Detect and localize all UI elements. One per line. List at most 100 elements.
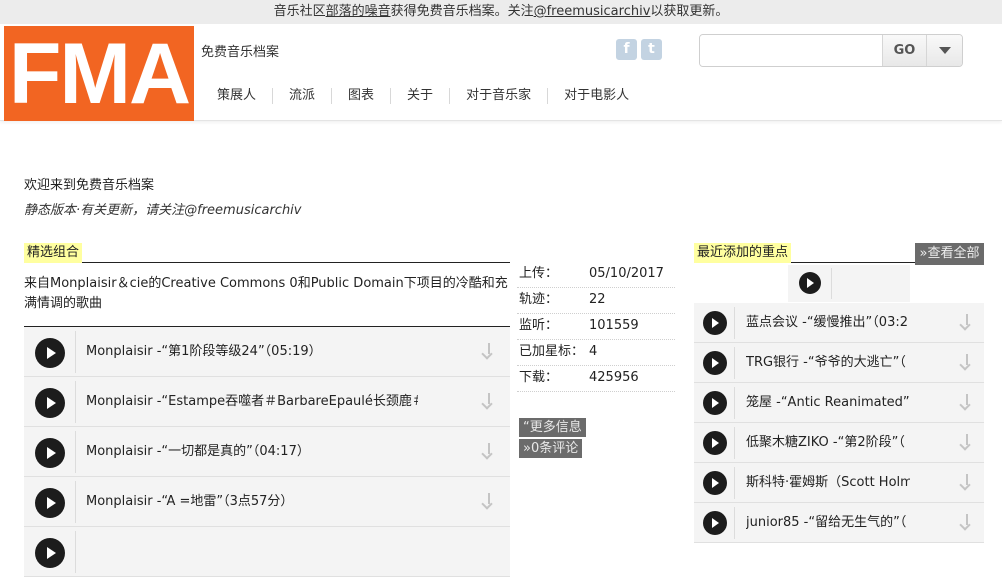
play-icon[interactable] [799, 272, 821, 294]
stat-starred: 已加星标： 4 [517, 340, 675, 366]
track-title[interactable]: Monplaisir -“一切都是真的”（04:17） [86, 427, 438, 477]
stat-uploaded: 上传： 05/10/2017 [517, 262, 675, 288]
search-input[interactable] [700, 35, 883, 66]
play-icon[interactable] [35, 438, 65, 468]
track-title[interactable]: Monplaisir -“A =地雷”（3点57分） [86, 477, 438, 527]
recent-heading: 最近添加的重点 [694, 243, 918, 263]
welcome-text: 欢迎来到免费音乐档案 [24, 178, 155, 193]
track-title[interactable]: Monplaisir -“第1阶段等级24”（05:19） [86, 327, 438, 377]
recent-track-row[interactable]: 低聚木糖ZIKO -“第2阶段”（ [694, 423, 984, 463]
search-go-button[interactable]: GO [883, 35, 927, 66]
static-version-note: 静态版本·有关更新，请关注@freemusicarchiv [24, 203, 302, 218]
nav-item-genres[interactable]: 流派 [273, 88, 333, 104]
stat-label: 轨迹： [519, 292, 559, 307]
play-icon[interactable] [703, 471, 727, 495]
facebook-icon[interactable]: f [616, 39, 637, 60]
main-nav: 策展人 流派 图表 关于 对于音乐家 对于电影人 [201, 88, 645, 104]
play-icon[interactable] [35, 538, 65, 568]
download-icon[interactable] [959, 354, 974, 372]
search-box: GO [699, 34, 963, 67]
download-icon[interactable] [959, 314, 974, 332]
play-icon[interactable] [703, 311, 727, 335]
recent-track-row[interactable]: junior85 -“留给无生气的”（ [694, 503, 984, 543]
nav-item-for-musicians[interactable]: 对于音乐家 [450, 88, 549, 104]
track-row[interactable]: Monplaisir -“第1阶段等级24”（05:19） [24, 327, 510, 377]
divider [75, 431, 76, 473]
play-icon[interactable] [703, 391, 727, 415]
track-title[interactable]: TRG银行 -“爷爷的大逃亡”（ [746, 343, 910, 383]
social-links: f t [616, 39, 662, 60]
track-title[interactable]: 笼屋 -“Antic Reanimated”（ [746, 383, 910, 423]
track-row[interactable]: Monplaisir -“Estampe吞噬者＃BarbareEpaulé长颈鹿… [24, 377, 510, 427]
stat-label: 上传： [519, 266, 559, 281]
track-row[interactable]: Monplaisir -“A =地雷”（3点57分） [24, 477, 510, 527]
recent-track-row[interactable]: 蓝点会议 -“缓慢推出”（03:2 [694, 303, 984, 343]
track-title[interactable]: 低聚木糖ZIKO -“第2阶段”（ [746, 423, 910, 463]
announcement-bar: 音乐社区部落的噪音获得免费音乐档案。关注@freemusicarchiv以获取更… [0, 0, 1002, 24]
divider [734, 347, 735, 379]
recent-title: 最近添加的重点 [694, 243, 792, 263]
announcement-link-twitter[interactable]: @freemusicarchiv [534, 4, 651, 19]
download-icon[interactable] [959, 514, 974, 532]
track-row[interactable] [24, 527, 510, 577]
recent-track-row[interactable]: 斯科特·霍姆斯（Scott Holm [694, 463, 984, 503]
featured-mix-description: 来自Monplaisir＆cie的Creative Commons 0和Publ… [24, 276, 508, 311]
play-icon[interactable] [703, 351, 727, 375]
download-icon[interactable] [481, 493, 496, 511]
featured-mix-heading: 精选组合 [24, 243, 510, 263]
track-title[interactable]: junior85 -“留给无生气的”（ [746, 503, 910, 543]
track-title[interactable]: 斯科特·霍姆斯（Scott Holm [746, 463, 910, 503]
divider [734, 467, 735, 499]
download-icon[interactable] [959, 394, 974, 412]
nav-item-for-filmmakers[interactable]: 对于电影人 [548, 88, 645, 104]
stat-label: 已加星标： [519, 344, 585, 359]
announcement-suffix: 以获取更新。 [650, 4, 729, 19]
comments-button[interactable]: »0条评论 [519, 439, 583, 458]
divider [75, 531, 76, 573]
recent-track-row[interactable]: TRG银行 -“爷爷的大逃亡”（ [694, 343, 984, 383]
recent-player [788, 265, 910, 302]
more-info-button[interactable]: “更多信息 [519, 418, 586, 437]
announcement-prefix: 音乐社区 [273, 4, 326, 19]
divider [75, 481, 76, 523]
stat-downloads: 下载： 425956 [517, 366, 675, 392]
fma-logo[interactable]: FMA [4, 26, 194, 121]
play-icon[interactable] [703, 431, 727, 455]
mix-stats: 上传： 05/10/2017 轨迹： 22 监听： 101559 已加星标： 4… [517, 262, 675, 392]
nav-item-charts[interactable]: 图表 [332, 88, 392, 104]
stat-label: 下载： [519, 370, 559, 385]
divider [75, 381, 76, 423]
track-title[interactable]: 蓝点会议 -“缓慢推出”（03:2 [746, 303, 910, 343]
featured-mix-title: 精选组合 [24, 243, 83, 263]
play-icon[interactable] [35, 338, 65, 368]
play-icon[interactable] [35, 488, 65, 518]
divider [734, 387, 735, 419]
download-icon[interactable] [481, 343, 496, 361]
logo-text: FMA [8, 25, 191, 122]
divider [734, 507, 735, 539]
nav-item-about[interactable]: 关于 [391, 88, 451, 104]
track-row[interactable]: Monplaisir -“一切都是真的”（04:17） [24, 427, 510, 477]
view-all-button[interactable]: »查看全部 [915, 243, 984, 265]
stat-tracks: 轨迹： 22 [517, 288, 675, 314]
divider [734, 307, 735, 339]
stat-label: 监听： [519, 318, 559, 333]
stat-value: 22 [589, 292, 606, 307]
stat-value: 425956 [589, 370, 639, 385]
play-icon[interactable] [703, 511, 727, 535]
recent-track-row[interactable]: 笼屋 -“Antic Reanimated”（ [694, 383, 984, 423]
announcement-middle: 获得免费音乐档案。关注 [390, 4, 534, 19]
download-icon[interactable] [481, 443, 496, 461]
nav-item-curators[interactable]: 策展人 [201, 88, 274, 104]
play-icon[interactable] [35, 388, 65, 418]
stat-value: 05/10/2017 [589, 266, 664, 281]
twitter-icon[interactable]: t [641, 39, 662, 60]
search-options-dropdown[interactable] [927, 35, 962, 66]
chevron-down-icon [938, 47, 951, 54]
track-title[interactable]: Monplaisir -“Estampe吞噬者＃BarbareEpaulé长颈鹿… [86, 377, 418, 427]
divider [831, 268, 832, 299]
announcement-link-tribe[interactable]: 部落的噪音 [326, 4, 391, 19]
download-icon[interactable] [481, 393, 496, 411]
download-icon[interactable] [959, 434, 974, 452]
download-icon[interactable] [959, 474, 974, 492]
